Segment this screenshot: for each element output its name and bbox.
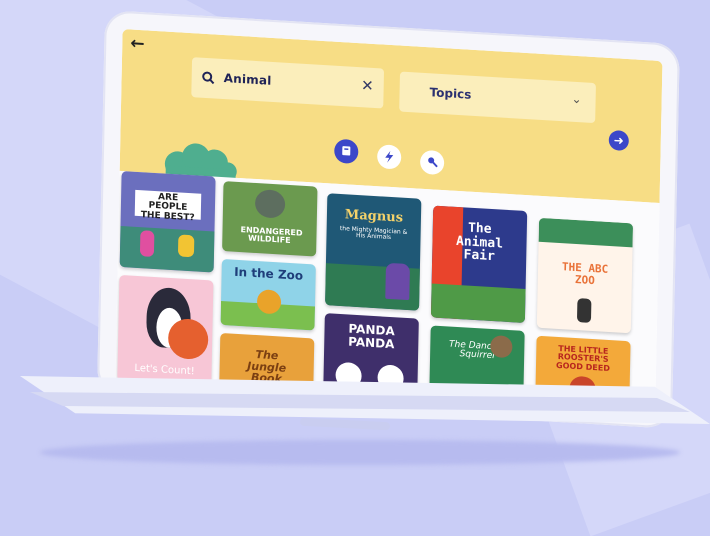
arrow-right-icon: ➜	[613, 133, 624, 148]
book-title: ENDANGERED WILDLIFE	[240, 225, 303, 246]
filter-audio-button[interactable]	[419, 149, 445, 176]
book-title: Magnus	[344, 207, 404, 226]
book-title: The Animal Fair	[455, 220, 504, 265]
app-screen: ← Animal ✕ Topics ⌄ ➜ ARE PEOPLE THE BES…	[115, 29, 663, 413]
microphone-icon	[427, 157, 438, 168]
book-card[interactable]: In the Zoo	[220, 258, 316, 331]
close-icon[interactable]: ✕	[361, 76, 374, 95]
search-value: Animal	[223, 71, 272, 88]
book-grid: ARE PEOPLE THE BEST? Let's Count! ENDANG…	[115, 170, 660, 413]
topics-label: Topics	[429, 85, 472, 102]
book-card[interactable]: THE ABC ZOO	[536, 217, 634, 334]
book-card[interactable]: Magnus the Mighty Magician & His Animals	[325, 193, 422, 311]
chevron-down-icon: ⌄	[571, 91, 582, 107]
book-title: ARE PEOPLE THE BEST?	[140, 192, 195, 224]
search-input[interactable]: Animal ✕	[191, 57, 385, 109]
laptop-bezel: ← Animal ✕ Topics ⌄ ➜ ARE PEOPLE THE BES…	[96, 10, 680, 429]
book-title: THE ABC ZOO	[561, 260, 609, 287]
book-title: PANDA PANDA	[348, 321, 395, 351]
filter-books-button[interactable]	[334, 138, 359, 165]
book-card[interactable]: ENDANGERED WILDLIFE	[222, 181, 318, 257]
topics-dropdown[interactable]: Topics ⌄	[399, 71, 596, 124]
lightning-icon	[385, 150, 394, 163]
book-title: THE LITTLE ROOSTER'S GOOD DEED	[556, 343, 611, 373]
book-card[interactable]: The Animal Fair	[430, 205, 528, 323]
book-card[interactable]: ARE PEOPLE THE BEST?	[119, 171, 216, 273]
book-icon	[342, 146, 351, 156]
book-card[interactable]: Let's Count!	[117, 274, 214, 387]
laptop: ← Animal ✕ Topics ⌄ ➜ ARE PEOPLE THE BES…	[96, 10, 695, 440]
back-arrow-icon[interactable]: ←	[130, 34, 145, 55]
filter-activities-button[interactable]	[376, 144, 402, 170]
book-title: In the Zoo	[234, 264, 304, 283]
go-button[interactable]: ➜	[608, 129, 629, 152]
laptop-shadow	[40, 440, 680, 465]
book-subtitle: the Mighty Magician & His Animals	[339, 224, 408, 242]
search-icon	[201, 69, 215, 89]
book-title: Let's Count!	[134, 362, 195, 378]
